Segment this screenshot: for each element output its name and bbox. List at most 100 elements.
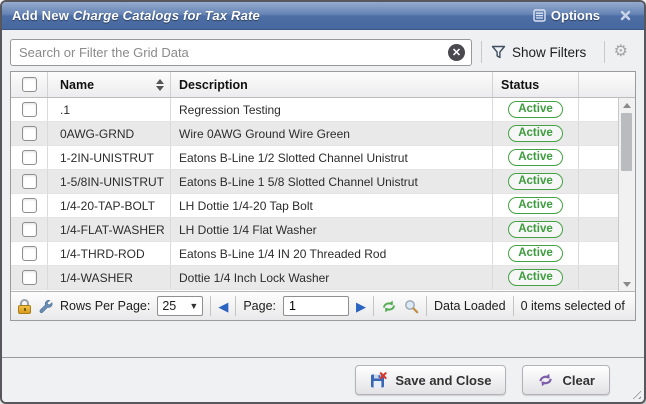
column-header-description[interactable]: Description (171, 72, 493, 97)
body-gap (2, 321, 644, 357)
show-filters-label: Show Filters (512, 45, 586, 60)
row-checkbox-cell (11, 122, 48, 145)
previous-page-button[interactable]: ◀ (218, 300, 228, 313)
status-badge: Active (508, 221, 563, 238)
divider (513, 296, 514, 316)
clear-search-button[interactable]: ✕ (448, 44, 465, 61)
row-checkbox[interactable] (22, 270, 37, 285)
row-checkbox[interactable] (22, 246, 37, 261)
table-row[interactable]: 1-5/8IN-UNISTRUT Eatons B-Line 1 5/8 Slo… (11, 170, 618, 194)
scroll-up-arrow-icon[interactable] (619, 98, 635, 112)
row-checkbox-cell (11, 170, 48, 193)
row-checkbox[interactable] (22, 174, 37, 189)
cell-description: Eatons B-Line 1 5/8 Slotted Channel Unis… (171, 170, 493, 193)
divider (604, 41, 605, 63)
cell-blank (579, 170, 618, 193)
cell-name: .1 (48, 98, 171, 121)
gear-icon[interactable]: ⚙ (614, 44, 628, 60)
status-badge: Active (508, 149, 563, 166)
next-page-button[interactable]: ▶ (356, 300, 366, 313)
dialog-title: Add New Charge Catalogs for Tax Rate (12, 8, 260, 23)
cell-status: Active (493, 194, 579, 217)
sort-icon[interactable] (156, 79, 164, 91)
wrench-icon[interactable] (38, 299, 53, 314)
show-filters-button[interactable]: Show Filters (491, 45, 586, 60)
cell-status: Active (493, 98, 579, 121)
selection-status-text: 0 items selected of (521, 299, 625, 313)
search-details-icon[interactable] (404, 299, 419, 314)
refresh-icon[interactable] (381, 299, 397, 314)
row-checkbox[interactable] (22, 126, 37, 141)
table-row[interactable]: 1/4-THRD-ROD Eatons B-Line 1/4 IN 20 Thr… (11, 242, 618, 266)
select-all-checkbox[interactable] (22, 77, 37, 92)
close-button[interactable] (616, 7, 634, 25)
cell-name: 1/4-20-TAP-BOLT (48, 194, 171, 217)
cell-blank (579, 218, 618, 241)
chevron-down-icon: ▼ (189, 301, 198, 311)
save-and-close-label: Save and Close (395, 373, 491, 388)
cell-description: LH Dottie 1/4 Flat Washer (171, 218, 493, 241)
divider (235, 296, 236, 316)
row-checkbox-cell (11, 218, 48, 241)
page-label: Page: (243, 299, 276, 313)
lock-icon[interactable] (18, 299, 31, 314)
rows-per-page-value: 25 (162, 299, 176, 313)
charge-catalog-grid: Name Description Status .1 Regression Te… (10, 71, 636, 321)
filter-bar: ✕ Show Filters ⚙ (2, 30, 644, 68)
divider (373, 296, 374, 316)
cell-blank (579, 194, 618, 217)
dialog-titlebar: Add New Charge Catalogs for Tax Rate Opt… (2, 2, 644, 30)
column-header-name[interactable]: Name (48, 72, 171, 97)
cell-name: 1-2IN-UNISTRUT (48, 146, 171, 169)
description-header-label: Description (179, 78, 248, 92)
status-badge: Active (508, 101, 563, 118)
scroll-down-arrow-icon[interactable] (619, 277, 635, 291)
vertical-scrollbar[interactable] (618, 98, 635, 291)
page-number-input[interactable] (283, 296, 349, 316)
add-charge-catalogs-dialog: Add New Charge Catalogs for Tax Rate Opt… (0, 0, 646, 404)
divider (210, 296, 211, 316)
options-button[interactable]: Options (533, 8, 600, 23)
row-checkbox[interactable] (22, 150, 37, 165)
table-row[interactable]: 0AWG-GRND Wire 0AWG Ground Wire Green Ac… (11, 122, 618, 146)
table-row[interactable]: 1-2IN-UNISTRUT Eatons B-Line 1/2 Slotted… (11, 146, 618, 170)
table-row[interactable]: .1 Regression Testing Active (11, 98, 618, 122)
table-row[interactable]: 1/4-FLAT-WASHER LH Dottie 1/4 Flat Washe… (11, 218, 618, 242)
save-floppy-icon (370, 372, 387, 389)
pager-toolbar: Rows Per Page: 25 ▼ ◀ Page: ▶ (11, 291, 635, 320)
cell-status: Active (493, 170, 579, 193)
grid-body: .1 Regression Testing Active 0AWG-GRND W… (11, 98, 618, 291)
row-checkbox-cell (11, 146, 48, 169)
cell-name: 1/4-THRD-ROD (48, 242, 171, 265)
dialog-title-emphasis: Charge Catalogs for Tax Rate (73, 8, 260, 23)
table-row[interactable]: 1/4-WASHER Dottie 1/4 Inch Lock Washer A… (11, 266, 618, 290)
cell-name: 1-5/8IN-UNISTRUT (48, 170, 171, 193)
clear-button[interactable]: Clear (522, 365, 610, 395)
cell-description: Eatons B-Line 1/2 Slotted Channel Unistr… (171, 146, 493, 169)
cell-blank (579, 122, 618, 145)
row-checkbox-cell (11, 98, 48, 121)
filter-funnel-icon (491, 45, 506, 60)
name-header-label: Name (60, 78, 94, 92)
cell-status: Active (493, 122, 579, 145)
column-header-status[interactable]: Status (493, 72, 579, 97)
clear-refresh-icon (537, 372, 554, 388)
row-checkbox-cell (11, 242, 48, 265)
row-checkbox[interactable] (22, 222, 37, 237)
cell-description: Regression Testing (171, 98, 493, 121)
column-header-blank (579, 72, 635, 97)
status-header-label: Status (501, 78, 539, 92)
row-checkbox[interactable] (22, 198, 37, 213)
search-input[interactable] (10, 39, 472, 66)
table-row[interactable]: 1/4-20-TAP-BOLT LH Dottie 1/4-20 Tap Bol… (11, 194, 618, 218)
load-status-text: Data Loaded (434, 299, 506, 313)
scrollbar-thumb[interactable] (621, 113, 632, 171)
search-wrapper: ✕ (10, 39, 472, 66)
save-and-close-button[interactable]: Save and Close (355, 365, 506, 395)
cell-description: LH Dottie 1/4-20 Tap Bolt (171, 194, 493, 217)
status-badge: Active (508, 269, 563, 286)
status-badge: Active (508, 173, 563, 190)
rows-per-page-select[interactable]: 25 ▼ (157, 296, 203, 316)
grid-header: Name Description Status (11, 72, 635, 98)
row-checkbox[interactable] (22, 102, 37, 117)
